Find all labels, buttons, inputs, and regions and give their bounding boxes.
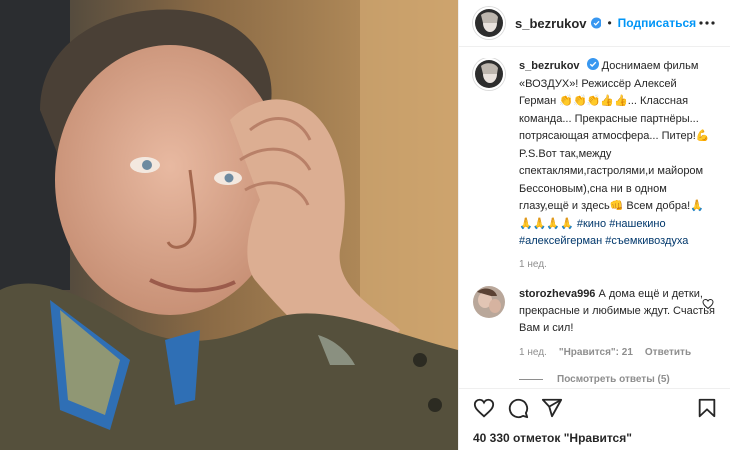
view-replies-button[interactable]: Посмотреть ответы (5) — [519, 374, 716, 385]
verified-icon — [586, 58, 599, 70]
username[interactable]: s_bezrukov — [515, 16, 587, 31]
comment-likes[interactable]: "Нравится": 21 — [559, 347, 633, 358]
emoji-muscle: 💪 — [695, 130, 710, 142]
hashtag-link[interactable]: #нашекино — [609, 218, 665, 230]
action-icons — [473, 395, 718, 421]
caption: s_bezrukov Доснимаем фильм «ВОЗДУХ»! Реж… — [473, 58, 716, 251]
like-comment-icon[interactable] — [702, 298, 714, 310]
hashtag-link[interactable]: #кино — [577, 218, 606, 230]
commenter-avatar[interactable] — [473, 285, 505, 318]
share-icon[interactable] — [541, 397, 563, 419]
caption-text: s_bezrukov Доснимаем фильм «ВОЗДУХ»! Реж… — [519, 58, 716, 251]
photo-illustration — [0, 0, 458, 450]
reply-button[interactable]: Ответить — [645, 347, 691, 358]
comment-item: storozheva996 А дома ещё и детки, прекра… — [473, 285, 716, 337]
bookmark-icon[interactable] — [696, 397, 718, 419]
replies-divider — [519, 378, 543, 380]
comment-meta: 1 нед. "Нравится": 21 Ответить — [519, 347, 716, 358]
comment-icon[interactable] — [507, 397, 529, 419]
avatar-image — [473, 285, 505, 318]
follow-button[interactable]: Подписаться — [618, 16, 696, 30]
avatar-image — [475, 9, 503, 37]
emoji-group-clap: 👏👏👏👍👍 — [559, 95, 628, 107]
post-actions: 40 330 отметок "Нравится" — [459, 388, 730, 445]
caption-avatar[interactable] — [473, 58, 505, 90]
caption-username[interactable]: s_bezrukov — [519, 60, 580, 72]
separator-dot: • — [607, 16, 612, 30]
avatar[interactable] — [473, 7, 505, 39]
comments-section[interactable]: s_bezrukov Доснимаем фильм «ВОЗДУХ»! Реж… — [459, 58, 730, 388]
avatar-image — [475, 60, 503, 88]
caption-part-4: Всем добра! — [623, 200, 691, 212]
hashtag-link[interactable]: #алексейгерман — [519, 235, 602, 247]
commenter-username[interactable]: storozheva996 — [519, 288, 595, 300]
post-header: s_bezrukov • Подписаться — [459, 0, 730, 47]
post-photo[interactable] — [0, 0, 458, 450]
heart-icon[interactable] — [473, 397, 495, 419]
view-replies-label: Посмотреть ответы (5) — [557, 373, 670, 385]
hashtag-link[interactable]: #съемкивоздуха — [605, 235, 688, 247]
comment-text: storozheva996 А дома ещё и детки, прекра… — [519, 286, 716, 337]
post-sidebar: s_bezrukov • Подписаться s_bezrukov Досн… — [458, 0, 730, 450]
caption-timestamp[interactable]: 1 нед. — [519, 259, 716, 270]
emoji-fist: 👊 — [609, 200, 624, 212]
likes-count[interactable]: 40 330 отметок "Нравится" — [473, 431, 718, 445]
more-icon[interactable] — [696, 15, 718, 31]
verified-icon — [590, 17, 602, 29]
comment-timestamp[interactable]: 1 нед. — [519, 347, 547, 358]
